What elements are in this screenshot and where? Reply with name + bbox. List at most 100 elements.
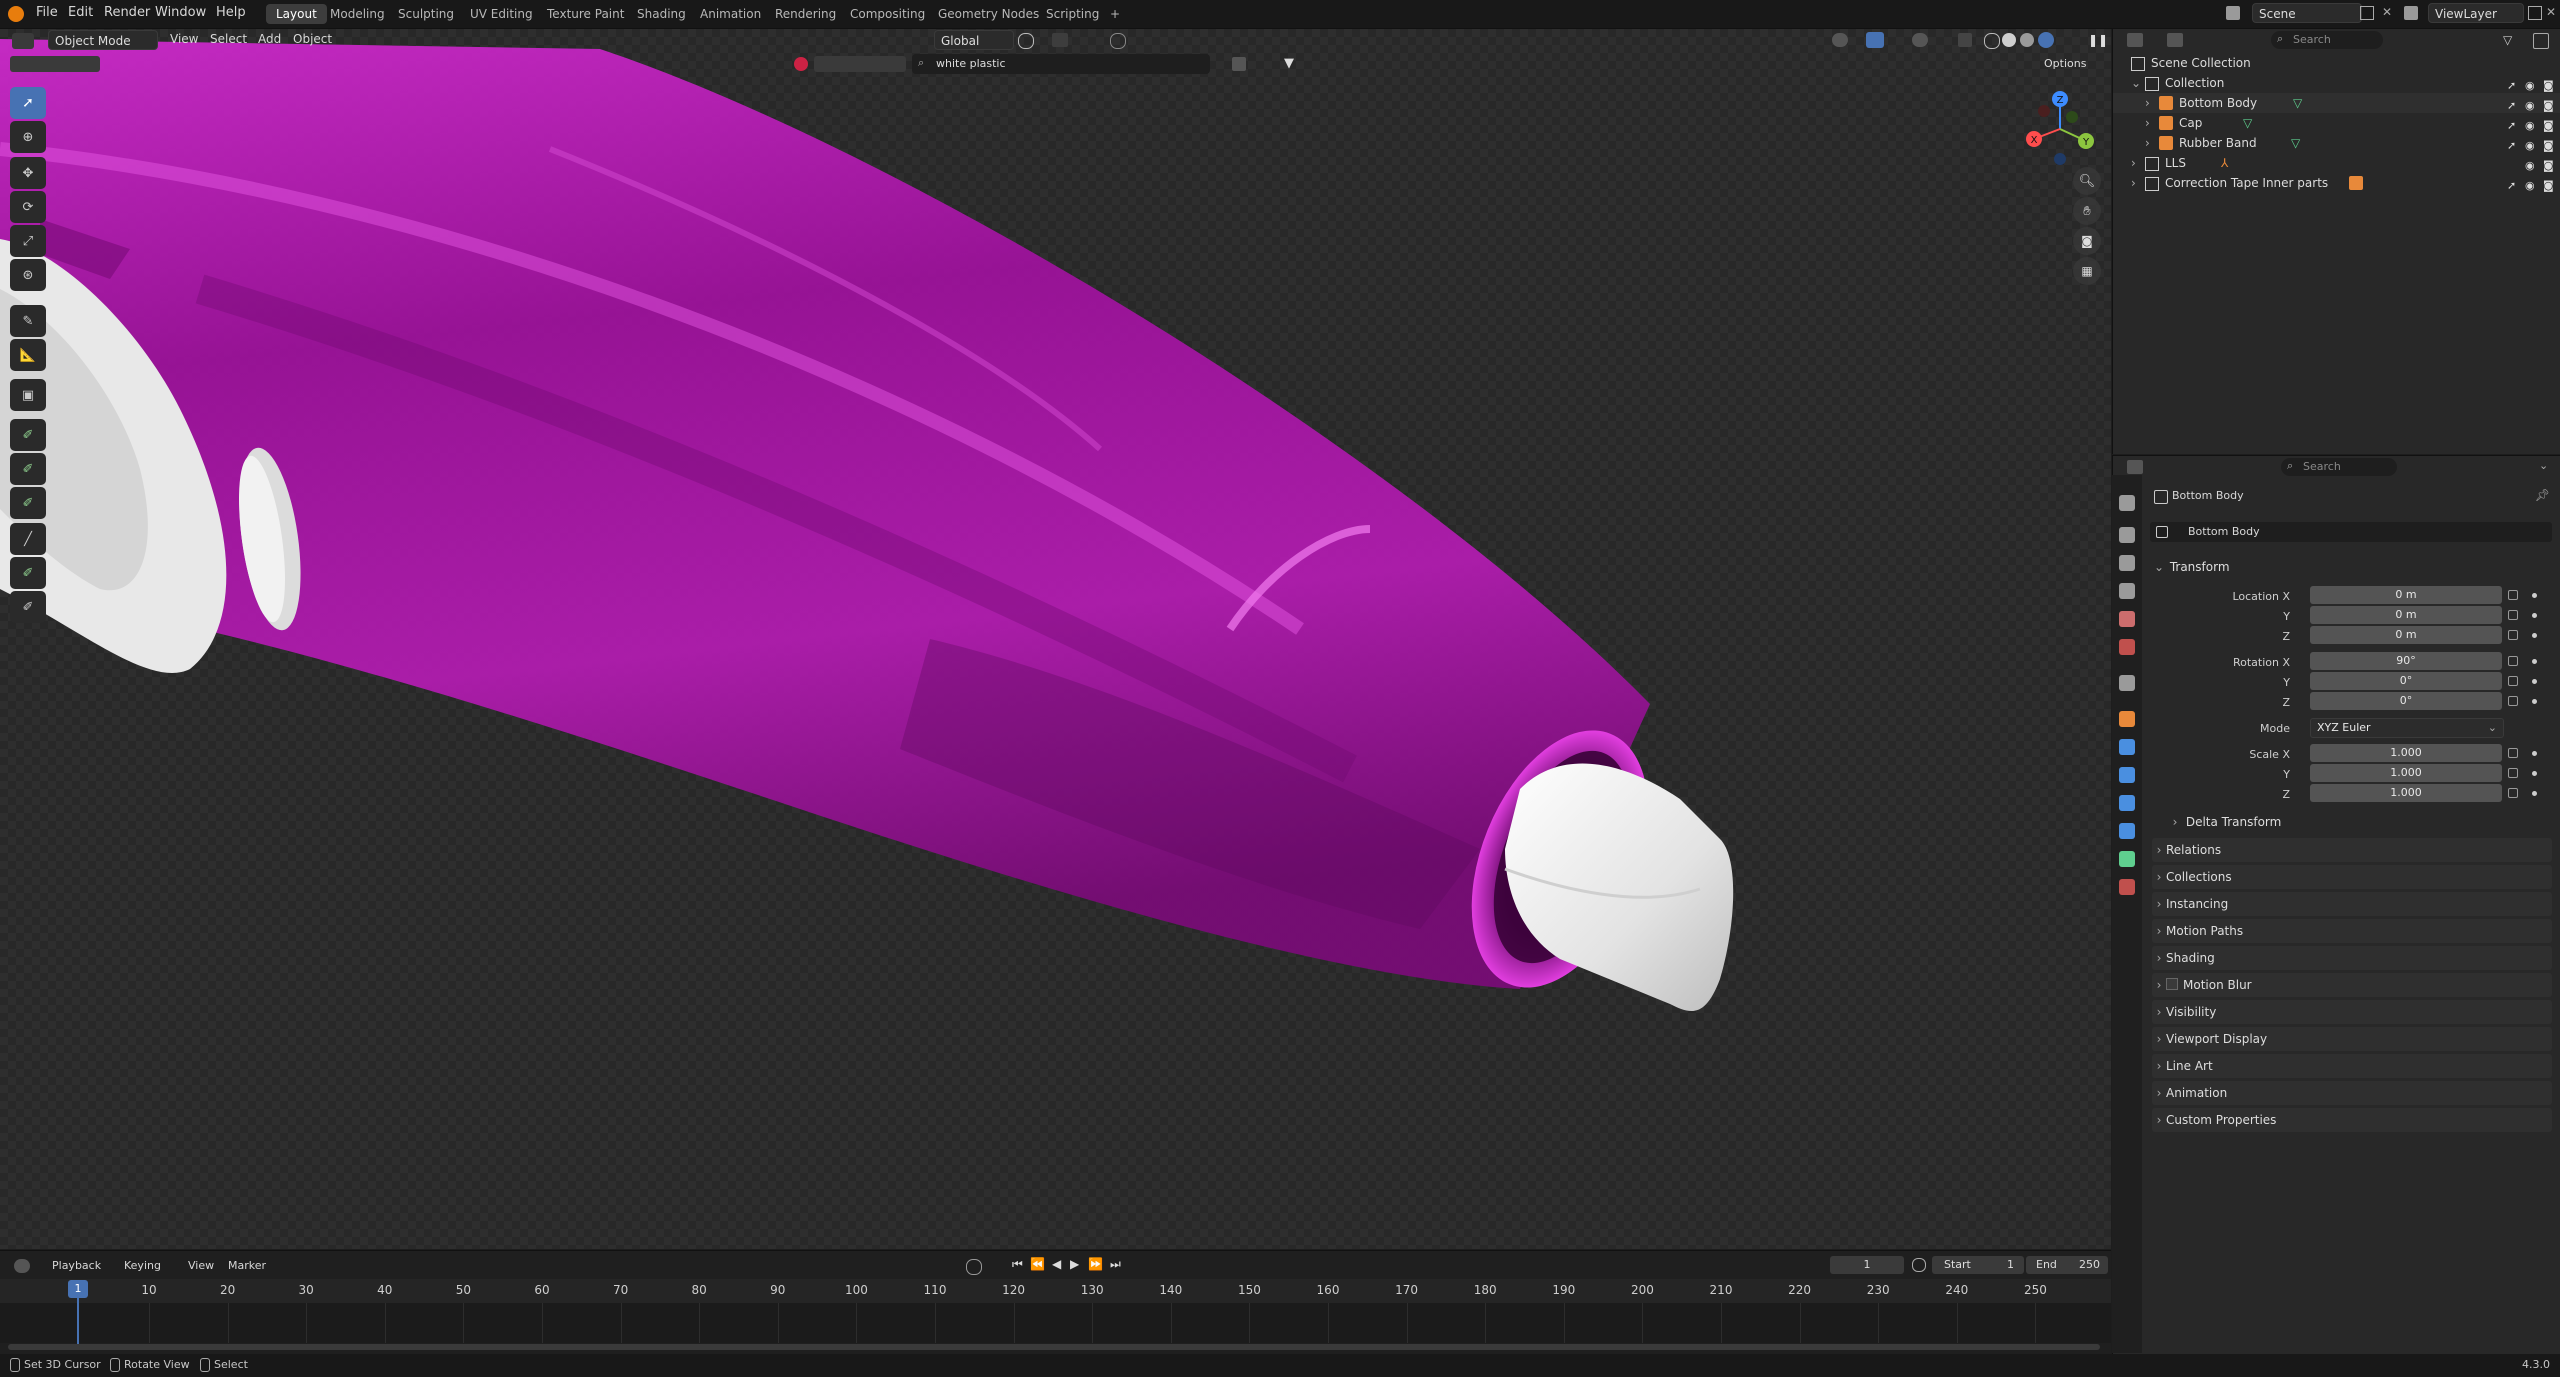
shading-wireframe-icon[interactable] xyxy=(1984,33,2000,49)
outliner-item-lls[interactable]: › LLS ⅄ ◉ ◙ xyxy=(2113,153,2560,173)
viewport-menu-add[interactable]: Add xyxy=(258,32,281,46)
panel-visibility[interactable]: › Visibility xyxy=(2152,1000,2552,1024)
brush-tool-2[interactable]: ✐ xyxy=(10,453,46,485)
lock-icon[interactable] xyxy=(2508,590,2518,600)
keyframe-dot-icon[interactable] xyxy=(2532,771,2537,776)
camera-view-button[interactable]: ◙ xyxy=(2073,227,2101,255)
camera-icon[interactable]: ◙ xyxy=(2543,176,2555,192)
keyframe-dot-icon[interactable] xyxy=(2532,593,2537,598)
timeline-menu-keying[interactable]: Keying xyxy=(124,1259,161,1272)
data-tab-icon[interactable] xyxy=(2119,851,2135,867)
lock-icon[interactable] xyxy=(2508,610,2518,620)
panel-motion-blur[interactable]: › Motion Blur xyxy=(2152,973,2552,997)
current-frame-field[interactable]: 1 xyxy=(1830,1256,1904,1274)
scene-tab-icon[interactable] xyxy=(2119,611,2135,627)
proportional-edit-icon[interactable] xyxy=(1110,33,1126,49)
modifier-tab-icon[interactable] xyxy=(2119,739,2135,755)
visibility-icon[interactable] xyxy=(1832,33,1848,47)
scale-y-field[interactable]: 1.000 xyxy=(2310,764,2502,782)
chevron-down-icon[interactable]: ⌄ xyxy=(2539,459,2548,472)
menu-window[interactable]: Window xyxy=(155,5,206,20)
outliner-scene-collection[interactable]: Scene Collection xyxy=(2113,53,2560,73)
snap-icon[interactable] xyxy=(1052,33,1068,47)
tab-layout[interactable]: Layout xyxy=(266,4,327,24)
timeline-menu-marker[interactable]: Marker xyxy=(228,1259,266,1272)
select-toggle-icon[interactable]: ➚ xyxy=(2507,176,2519,192)
physics-tab-icon[interactable] xyxy=(2119,795,2135,811)
select-box-tool[interactable]: ➚ xyxy=(10,87,46,119)
eye-icon[interactable]: ◉ xyxy=(2525,136,2537,152)
pan-view-button[interactable]: ✋︎ xyxy=(2073,197,2101,225)
constraints-tab-icon[interactable] xyxy=(2119,823,2135,839)
cursor-tool[interactable]: ⊕ xyxy=(10,121,46,153)
tab-texture-paint[interactable]: Texture Paint xyxy=(537,4,634,24)
scale-tool[interactable]: ⤢ xyxy=(10,225,46,257)
view-layer-icon[interactable] xyxy=(2404,6,2418,20)
scene-selector-icon[interactable] xyxy=(2226,6,2240,20)
viewport-menu-select[interactable]: Select xyxy=(210,32,247,46)
keyframe-dot-icon[interactable] xyxy=(2532,633,2537,638)
jump-start-icon[interactable]: ⏮ xyxy=(1012,1257,1023,1272)
jump-keyframe-back-icon[interactable]: ⏪ xyxy=(1030,1257,1045,1271)
add-workspace-button[interactable]: + xyxy=(1100,4,1130,24)
jump-end-icon[interactable]: ⏭ xyxy=(1110,1257,1121,1272)
measure-tool[interactable]: 📐 xyxy=(10,339,46,371)
motion-blur-checkbox[interactable] xyxy=(2166,978,2178,990)
menu-file[interactable]: File xyxy=(36,5,58,20)
jump-keyframe-forward-icon[interactable]: ⏩ xyxy=(1088,1257,1103,1271)
move-tool[interactable]: ✥ xyxy=(10,157,46,189)
eye-icon[interactable]: ◉ xyxy=(2525,176,2537,192)
menu-edit[interactable]: Edit xyxy=(68,5,93,20)
editor-type-icon[interactable] xyxy=(12,33,34,49)
render-tab-icon[interactable] xyxy=(2119,527,2135,543)
3d-viewport[interactable]: ➚ ⊕ ✥ ⟳ ⤢ ⊛ ✎ 📐 ▣ ✐ ✐ ✐ ╱ ✐ ✐ Z Y X 🔍︎ ✋… xyxy=(0,29,2111,1249)
tab-uv-editing[interactable]: UV Editing xyxy=(460,4,543,24)
display-mode-icon[interactable] xyxy=(2167,33,2183,47)
brush-tool-4[interactable]: ╱ xyxy=(10,523,46,555)
object-tab-icon[interactable] xyxy=(2119,711,2135,727)
tab-shading[interactable]: Shading xyxy=(627,4,696,24)
output-tab-icon[interactable] xyxy=(2119,555,2135,571)
funnel-icon[interactable]: ▽ xyxy=(2503,33,2517,47)
filter-options-icon[interactable] xyxy=(1232,57,1246,71)
view-layer-tab-icon[interactable] xyxy=(2119,583,2135,599)
object-name-field[interactable]: Bottom Body xyxy=(2150,522,2552,542)
play-reverse-icon[interactable]: ◀ xyxy=(1052,1257,1061,1271)
scene-field[interactable]: Scene xyxy=(2252,3,2362,23)
filter-search-field[interactable]: ⌕ white plastic xyxy=(912,54,1210,74)
location-z-field[interactable]: 0 m xyxy=(2310,626,2502,644)
eye-icon[interactable]: ◉ xyxy=(2525,156,2537,172)
zoom-view-button[interactable]: 🔍︎ xyxy=(2073,167,2101,195)
lock-icon[interactable] xyxy=(2508,630,2518,640)
new-scene-icon[interactable] xyxy=(2360,6,2374,20)
keyframe-dot-icon[interactable] xyxy=(2532,613,2537,618)
panel-viewport-display[interactable]: › Viewport Display xyxy=(2152,1027,2552,1051)
tab-sculpting[interactable]: Sculpting xyxy=(388,4,464,24)
material-tab-icon[interactable] xyxy=(2119,879,2135,895)
tab-scripting[interactable]: Scripting xyxy=(1036,4,1109,24)
panel-shading[interactable]: › Shading xyxy=(2152,946,2552,970)
outliner-item-bottom-body[interactable]: › Bottom Body ▽ ➚ ◉ ◙ xyxy=(2113,93,2560,113)
shading-solid-icon[interactable] xyxy=(2002,33,2016,47)
pause-render-icon[interactable]: ❚❚ xyxy=(2088,33,2108,47)
scale-x-field[interactable]: 1.000 xyxy=(2310,744,2502,762)
new-collection-icon[interactable] xyxy=(2533,33,2549,49)
brush-tool-1[interactable]: ✐ xyxy=(10,419,46,451)
play-icon[interactable]: ▶ xyxy=(1070,1257,1079,1271)
rotation-y-field[interactable]: 0° xyxy=(2310,672,2502,690)
view-layer-field[interactable]: ViewLayer xyxy=(2428,3,2524,23)
end-frame-field[interactable]: End 250 xyxy=(2026,1256,2108,1274)
panel-collections[interactable]: › Collections xyxy=(2152,865,2552,889)
camera-icon[interactable]: ◙ xyxy=(2543,96,2555,112)
timeline-tracks[interactable] xyxy=(0,1303,2111,1343)
outliner-item-collection[interactable]: ⌄ Collection ➚ ◉ ◙ xyxy=(2113,73,2560,93)
delta-transform-panel[interactable]: › Delta Transform xyxy=(2168,810,2552,834)
panel-animation[interactable]: › Animation xyxy=(2152,1081,2552,1105)
location-y-field[interactable]: 0 m xyxy=(2310,606,2502,624)
lock-icon[interactable] xyxy=(2508,748,2518,758)
panel-line-art[interactable]: › Line Art xyxy=(2152,1054,2552,1078)
keyframe-dot-icon[interactable] xyxy=(2532,751,2537,756)
start-frame-field[interactable]: Start 1 xyxy=(1932,1256,2024,1274)
auto-keying-icon[interactable] xyxy=(966,1259,982,1275)
blender-logo-icon[interactable] xyxy=(8,6,24,22)
